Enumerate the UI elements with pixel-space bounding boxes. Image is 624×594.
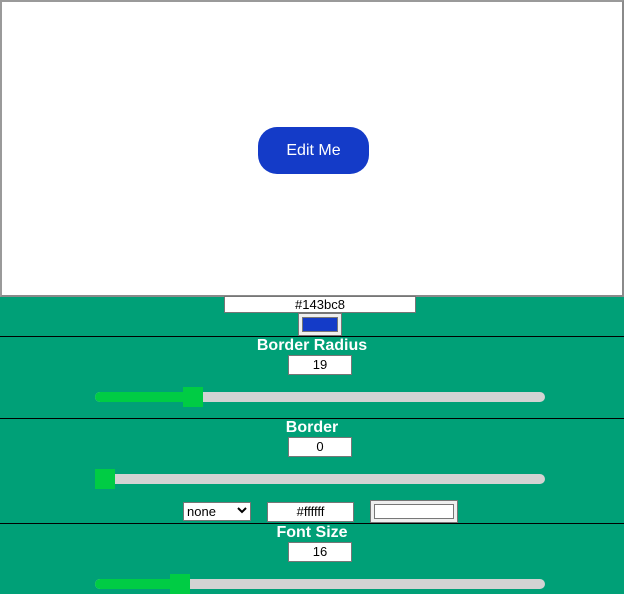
border-radius-title: Border Radius	[256, 337, 368, 354]
slider-thumb[interactable]	[170, 574, 191, 594]
chevron-down-icon	[237, 503, 247, 520]
font-size-title: Font Size	[276, 524, 348, 541]
border-width-slider[interactable]	[95, 469, 545, 489]
font-size-slider[interactable]	[95, 574, 545, 594]
slider-fill	[95, 579, 181, 589]
border-style-select[interactable]: none	[183, 502, 251, 521]
preview-area: Edit Me	[0, 0, 624, 297]
font-size-input[interactable]: 16	[288, 542, 352, 562]
border-color-hex-input[interactable]: #ffffff	[267, 502, 354, 522]
slider-thumb[interactable]	[95, 469, 115, 489]
edit-me-button[interactable]: Edit Me	[258, 127, 369, 174]
border-radius-slider[interactable]	[95, 387, 545, 407]
border-title: Border	[285, 419, 339, 436]
background-color-swatch	[302, 317, 338, 332]
background-color-picker[interactable]	[298, 313, 342, 336]
border-color-swatch	[374, 504, 454, 519]
border-color-picker[interactable]	[370, 500, 458, 523]
background-hex-input[interactable]: #143bc8	[224, 296, 416, 313]
border-radius-input[interactable]: 19	[288, 355, 352, 375]
border-style-selected: none	[187, 504, 216, 519]
slider-track	[95, 474, 545, 484]
slider-thumb[interactable]	[183, 387, 204, 407]
slider-fill	[95, 392, 194, 402]
border-width-input[interactable]: 0	[288, 437, 352, 457]
